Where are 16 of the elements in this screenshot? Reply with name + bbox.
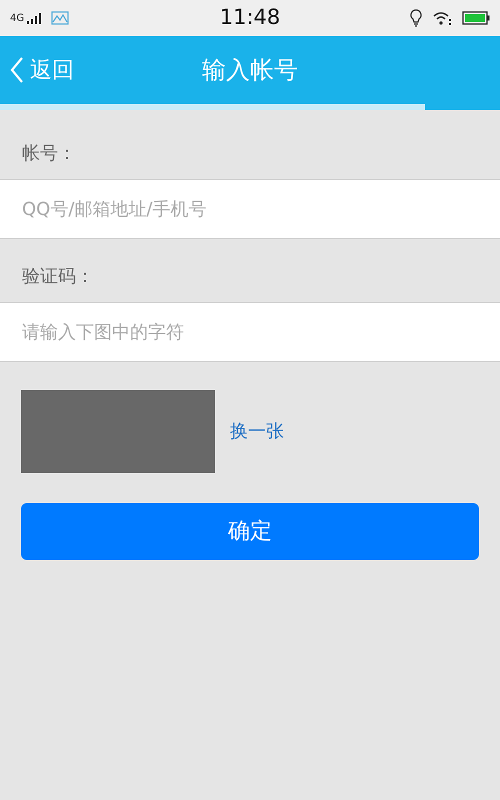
signal-icon xyxy=(27,12,42,24)
field-label: 帐号： xyxy=(21,142,77,166)
battery-icon xyxy=(462,11,490,25)
back-chevron-icon xyxy=(10,56,24,84)
page-title: 输入帐号 xyxy=(202,55,298,86)
back-button[interactable]: 返回 xyxy=(10,54,74,86)
refresh-link[interactable]: 换一张 xyxy=(230,418,284,445)
lightbulb-icon xyxy=(410,9,422,27)
field-label: 验证码： xyxy=(21,265,95,289)
confirm-button[interactable]: 确定 xyxy=(21,503,479,560)
network-label: 4G xyxy=(10,12,24,26)
wifi-icon xyxy=(432,10,452,26)
input-field[interactable]: 请输入下图中的字符 xyxy=(0,302,500,362)
input-field[interactable]: QQ号/邮箱地址/手机号 xyxy=(0,179,500,239)
clock: 11:48 xyxy=(220,4,280,32)
image-icon xyxy=(51,11,70,25)
